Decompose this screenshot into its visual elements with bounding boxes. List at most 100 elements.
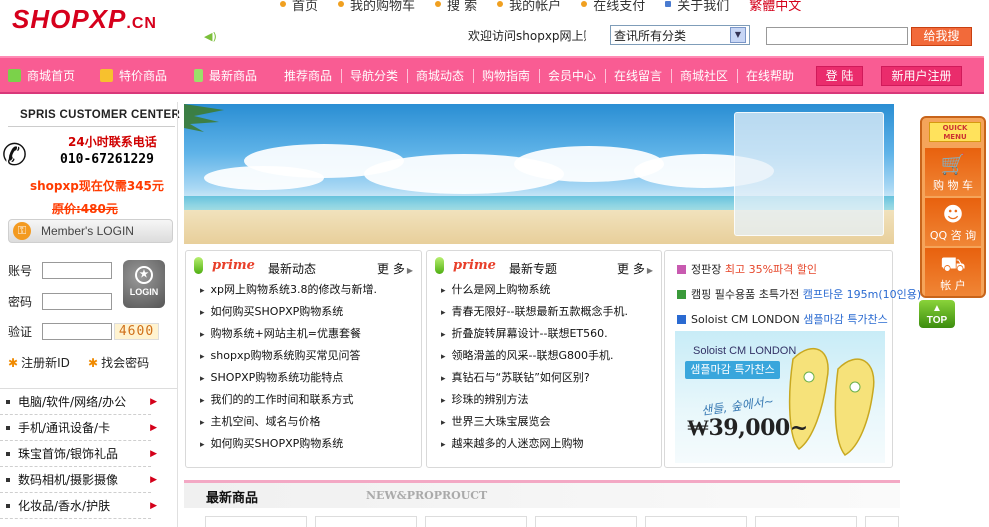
hotline-label: 24小时联系电话 bbox=[68, 135, 157, 149]
topic-item[interactable]: ▸ 珍珠的辨别方法 bbox=[441, 389, 628, 411]
topic-item[interactable]: ▸ 折叠旋转屏幕设计--联想ET560. bbox=[441, 323, 628, 345]
category-item[interactable]: 电脑/软件/网络/办公 ▶ bbox=[0, 389, 157, 415]
nav-specials[interactable]: 特价商品 bbox=[100, 67, 167, 84]
news-item[interactable]: ▸ SHOPXP购物系统功能特点 bbox=[200, 367, 377, 389]
chevron-right-icon: ▶ bbox=[150, 475, 157, 485]
member-login-label: Member's LOGIN bbox=[41, 224, 134, 238]
captcha-label: 验证 bbox=[8, 325, 33, 339]
topic-item[interactable]: ▸ 世界三大珠宝展览会 bbox=[441, 411, 628, 433]
ad-link-discount[interactable]: 정판장 최고 35%파격 할인 bbox=[677, 261, 817, 277]
nav-member-center[interactable]: 会员中心 bbox=[548, 67, 596, 84]
main-navbar: 商城首页 特价商品 最新商品 推荐商品 导航分类 商城动态 购物指南 会员中心 … bbox=[0, 56, 984, 94]
topic-item[interactable]: ▸ 越来越多的人迷恋网上购物 bbox=[441, 433, 628, 455]
ad-link-soloist[interactable]: Soloist CM LONDON 샘플마감 특가찬스 bbox=[677, 311, 888, 327]
news-item[interactable]: ▸ 如何购买SHOPXP购物系统 bbox=[200, 433, 377, 455]
category-item[interactable]: 手机/通讯设备/卡 ▶ bbox=[0, 415, 157, 441]
news-item[interactable]: ▸ 我们的的工作时间和联系方式 bbox=[200, 389, 377, 411]
nav-divider bbox=[539, 69, 540, 83]
category-item[interactable]: 化妆品/香水/护肤 ▶ bbox=[0, 493, 157, 519]
username-input[interactable] bbox=[42, 262, 112, 279]
news-box-header: prime 最新动态 更 多 ▶ bbox=[186, 251, 421, 281]
pill-icon bbox=[435, 257, 444, 274]
topic-item[interactable]: ▸ 青春无限好--联想最新五款概念手机. bbox=[441, 301, 628, 323]
news-list: ▸ xp网上购物系统3.8的修改与新增. ▸ 如何购买SHOPXP购物系统 ▸ 购物系… bbox=[200, 279, 377, 455]
topic-item[interactable]: ▸ 真钻石与“苏联钻”如何区别? bbox=[441, 367, 628, 389]
speaker-icon: ◀) bbox=[204, 30, 217, 43]
logo-suffix: .CN bbox=[126, 15, 157, 32]
news-item[interactable]: ▸ 如何购买SHOPXP购物系统 bbox=[200, 301, 377, 323]
nav-recommended[interactable]: 推荐商品 bbox=[284, 67, 332, 84]
nav-news[interactable]: 商城动态 bbox=[416, 67, 464, 84]
news-item[interactable]: ▸ shopxp购物系统购买常见问答 bbox=[200, 345, 377, 367]
topic-item[interactable]: ▸ 什么是网上购物系统 bbox=[441, 279, 628, 301]
hero-banner[interactable] bbox=[184, 104, 894, 244]
captcha-image: 4600 bbox=[114, 323, 159, 340]
topic-box-header: prime 最新专题 更 多 ▶ bbox=[427, 251, 661, 281]
prime-label: prime bbox=[453, 258, 496, 273]
star-icon: ★ bbox=[135, 266, 153, 284]
top-link-about[interactable]: 关于我们 bbox=[665, 0, 729, 14]
nav-guide[interactable]: 购物指南 bbox=[482, 67, 530, 84]
category-select[interactable]: 查讯所有分类 ▼ bbox=[610, 25, 750, 45]
arrow-bullet-icon: ▸ bbox=[441, 418, 446, 428]
nav-divider bbox=[605, 69, 606, 83]
palm-leaves bbox=[184, 104, 224, 132]
sandals-ad-image[interactable]: Soloist CM LONDON 샘플마감 특가찬스 샌들, 숲에서~ ₩39… bbox=[675, 331, 885, 463]
asterisk-icon: ✱ bbox=[88, 356, 99, 370]
site-logo[interactable]: SHOPXP.CN bbox=[12, 4, 157, 35]
category-item[interactable]: 数码相机/摄影摄像 ▶ bbox=[0, 467, 157, 493]
asterisk-icon: ✱ bbox=[8, 356, 19, 370]
top-link-cart[interactable]: 我的购物车 bbox=[338, 0, 415, 14]
arrow-bullet-icon: ▸ bbox=[441, 396, 446, 406]
topic-more-link[interactable]: 更 多 ▶ bbox=[617, 260, 653, 277]
product-thumbnail[interactable] bbox=[755, 516, 857, 527]
arrow-bullet-icon: ▸ bbox=[200, 286, 205, 296]
nav-help[interactable]: 在线帮助 bbox=[746, 67, 794, 84]
product-thumbnail[interactable] bbox=[865, 516, 899, 527]
news-item[interactable]: ▸ 主机空间、域名与价格 bbox=[200, 411, 377, 433]
login-nav-button[interactable]: 登 陆 bbox=[816, 66, 863, 86]
bullet-icon bbox=[6, 504, 10, 508]
language-link[interactable]: 繁體中文 bbox=[749, 0, 801, 14]
nav-home[interactable]: 商城首页 bbox=[8, 67, 75, 84]
password-input[interactable] bbox=[42, 293, 112, 310]
nav-guestbook[interactable]: 在线留言 bbox=[614, 67, 662, 84]
news-more-link[interactable]: 更 多 ▶ bbox=[377, 260, 413, 277]
quick-cart[interactable]: 🛒 购 物 车 bbox=[925, 148, 981, 196]
qq-penguin-icon: ☻ bbox=[942, 202, 964, 226]
product-thumbnail[interactable] bbox=[205, 516, 307, 527]
arrow-bullet-icon: ▸ bbox=[441, 308, 446, 318]
register-link[interactable]: ✱ 注册新ID bbox=[8, 354, 70, 371]
arrow-bullet-icon: ▸ bbox=[200, 396, 205, 406]
news-item[interactable]: ▸ xp网上购物系统3.8的修改与新增. bbox=[200, 279, 377, 301]
product-thumbnail[interactable] bbox=[425, 516, 527, 527]
login-button[interactable]: ★ LOGIN bbox=[123, 260, 165, 308]
column-divider bbox=[177, 102, 178, 527]
topic-item[interactable]: ▸ 领略滑盖的风采--联想G800手机. bbox=[441, 345, 628, 367]
product-thumbnail[interactable] bbox=[315, 516, 417, 527]
nav-newest[interactable]: 最新商品 bbox=[194, 67, 257, 84]
search-button[interactable]: 给我搜 bbox=[911, 27, 972, 46]
ad-link-camping[interactable]: 캠핑 필수용품 초특가전 캠프타운 195m(10인용) bbox=[677, 286, 921, 302]
username-label: 账号 bbox=[8, 264, 33, 278]
back-to-top-button[interactable]: ▲ TOP bbox=[919, 300, 955, 328]
cart-icon: 🛒 bbox=[940, 152, 966, 176]
search-input[interactable] bbox=[766, 27, 908, 45]
forgot-password-link[interactable]: ✱ 找会密码 bbox=[88, 354, 149, 371]
captcha-input[interactable] bbox=[42, 323, 112, 340]
top-link-account[interactable]: 我的帐户 bbox=[497, 0, 561, 14]
product-thumbnail[interactable] bbox=[535, 516, 637, 527]
square-icon bbox=[677, 290, 686, 299]
arrow-bullet-icon: ▸ bbox=[441, 440, 446, 450]
top-link-search[interactable]: 搜 索 bbox=[435, 0, 477, 14]
news-item[interactable]: ▸ 购物系统+网站主机=优惠套餐 bbox=[200, 323, 377, 345]
top-link-home[interactable]: 首页 bbox=[280, 0, 318, 14]
nav-community[interactable]: 商城社区 bbox=[680, 67, 728, 84]
nav-categories[interactable]: 导航分类 bbox=[350, 67, 398, 84]
quick-account[interactable]: ⛟ 帐 户 bbox=[925, 248, 981, 296]
register-nav-button[interactable]: 新用户注册 bbox=[881, 66, 962, 86]
quick-qq[interactable]: ☻ QQ 咨 询 bbox=[925, 198, 981, 246]
product-thumbnail[interactable] bbox=[645, 516, 747, 527]
category-item[interactable]: 珠宝首饰/银饰礼品 ▶ bbox=[0, 441, 157, 467]
top-link-pay[interactable]: 在线支付 bbox=[581, 0, 645, 14]
